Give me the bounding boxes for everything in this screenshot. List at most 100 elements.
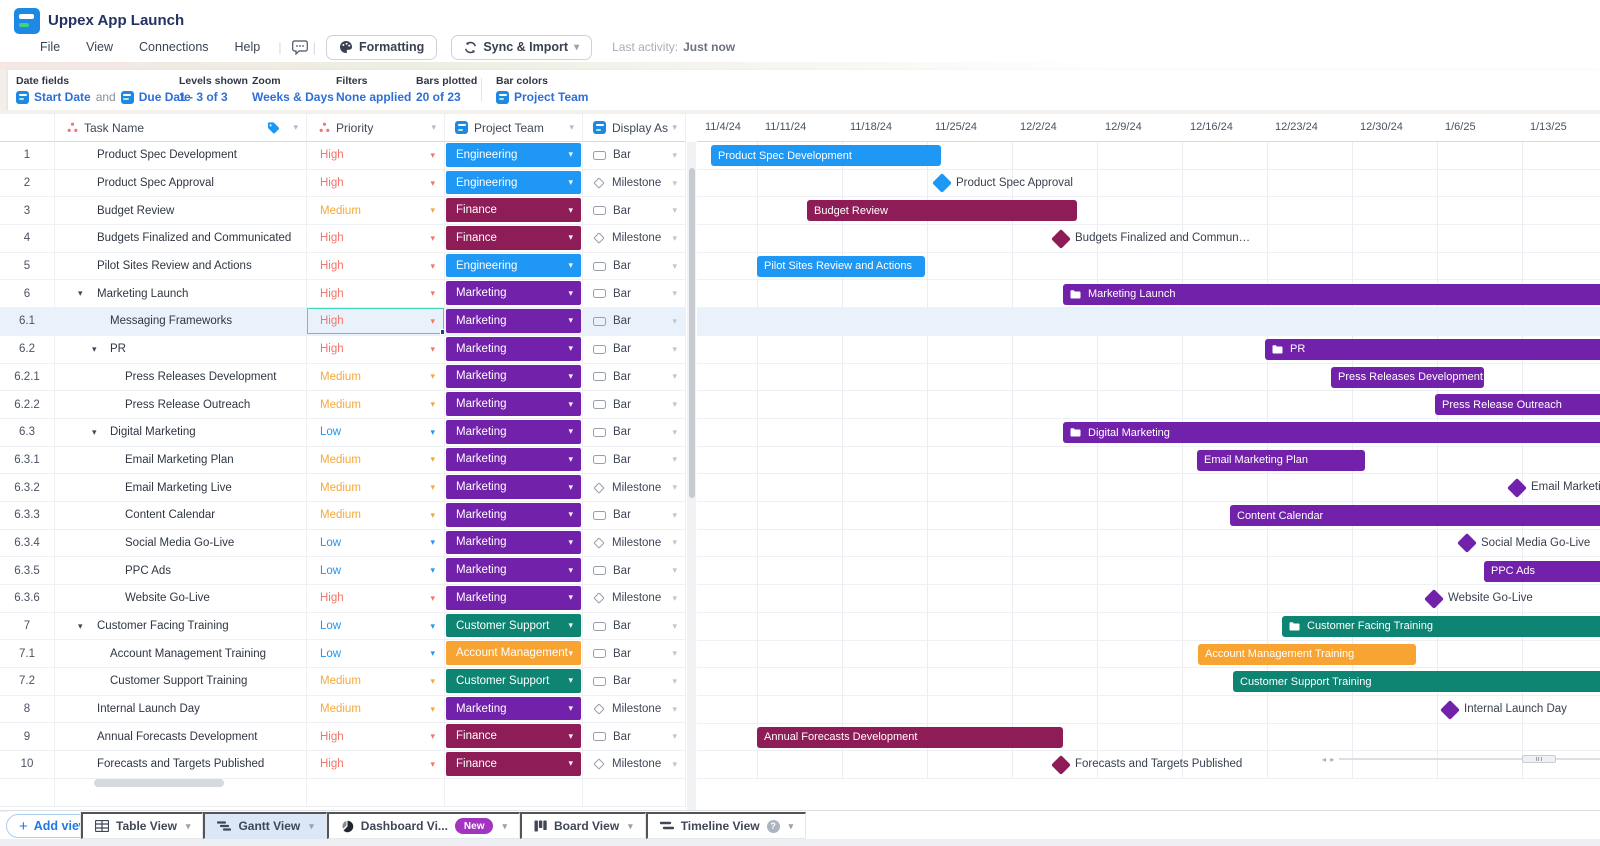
priority-caret-icon[interactable]: ▾ xyxy=(430,565,435,576)
project-team-cell[interactable]: Marketing ▾ xyxy=(445,529,583,558)
task-name-cell[interactable]: Press Release Outreach xyxy=(55,391,307,419)
display-as-cell[interactable]: Milestone ▾ xyxy=(583,474,686,502)
task-name-cell[interactable]: Budget Review xyxy=(55,197,307,226)
priority-column-caret-icon[interactable]: ▾ xyxy=(431,122,436,133)
display-caret-icon[interactable]: ▾ xyxy=(672,233,677,244)
scroll-arrows-icon[interactable]: ◂ ▸ xyxy=(1322,755,1335,764)
priority-caret-icon[interactable]: ▾ xyxy=(430,537,435,548)
table-row[interactable]: 4 Budgets Finalized and Communicated High ▾… xyxy=(0,225,686,253)
project-team-cell[interactable]: Marketing ▾ xyxy=(445,695,583,724)
team-chip[interactable]: Marketing ▾ xyxy=(446,696,581,721)
project-team-cell[interactable]: Marketing ▾ xyxy=(445,474,583,502)
display-as-cell[interactable]: Bar ▾ xyxy=(583,723,686,752)
priority-caret-icon[interactable]: ▾ xyxy=(430,482,435,493)
task-name-cell[interactable]: Email Marketing Plan xyxy=(55,446,307,475)
priority-cell[interactable] xyxy=(307,778,445,807)
team-caret-icon[interactable]: ▾ xyxy=(568,648,573,659)
project-team-cell[interactable]: Customer Support ▾ xyxy=(445,612,583,641)
priority-cell[interactable]: Low ▾ xyxy=(307,640,445,669)
priority-caret-icon[interactable]: ▾ xyxy=(430,205,435,216)
bar-colors-setting[interactable]: Bar colors Project Team xyxy=(496,75,588,104)
task-name-cell[interactable]: ▾ PR xyxy=(55,335,307,364)
display-caret-icon[interactable]: ▾ xyxy=(672,454,677,465)
task-name-cell[interactable]: ▾ Customer Facing Training xyxy=(55,612,307,641)
priority-caret-icon[interactable]: ▾ xyxy=(430,288,435,299)
task-name-cell[interactable]: Internal Launch Day xyxy=(55,695,307,724)
menu-view[interactable]: View xyxy=(86,40,113,54)
vertical-scrollbar[interactable] xyxy=(687,142,696,810)
display-as-cell[interactable]: Bar ▾ xyxy=(583,640,686,669)
team-caret-icon[interactable]: ▾ xyxy=(568,205,573,216)
gantt-bar[interactable]: Annual Forecasts Development xyxy=(757,726,1063,748)
display-caret-icon[interactable]: ▾ xyxy=(672,316,677,327)
tab-caret-icon[interactable]: ▾ xyxy=(309,821,314,832)
collapse-caret-icon[interactable]: ▾ xyxy=(78,288,83,299)
priority-cell[interactable]: Medium ▾ xyxy=(307,474,445,502)
priority-caret-icon[interactable]: ▾ xyxy=(430,704,435,715)
collapse-caret-icon[interactable]: ▾ xyxy=(78,621,83,632)
project-team-cell[interactable]: Marketing ▾ xyxy=(445,363,583,392)
team-caret-icon[interactable]: ▾ xyxy=(568,731,573,742)
project-team-cell[interactable]: Marketing ▾ xyxy=(445,391,583,419)
team-caret-icon[interactable]: ▾ xyxy=(568,232,573,243)
priority-cell[interactable]: High ▾ xyxy=(307,142,445,170)
display-as-cell[interactable]: Bar ▾ xyxy=(583,280,686,309)
team-caret-icon[interactable]: ▾ xyxy=(568,537,573,548)
task-name-cell[interactable]: Pilot Sites Review and Actions xyxy=(55,252,307,281)
display-as-cell[interactable]: Bar ▾ xyxy=(583,612,686,641)
priority-cell[interactable]: Medium ▾ xyxy=(307,695,445,724)
milestone-diamond[interactable] xyxy=(1051,228,1071,249)
team-chip[interactable]: Engineering ▾ xyxy=(446,143,581,167)
priority-cell[interactable]: Low ▾ xyxy=(307,529,445,558)
task-name-cell[interactable]: PPC Ads xyxy=(55,557,307,585)
tag-icon[interactable] xyxy=(266,121,280,135)
table-row[interactable]: 7 ▾ Customer Facing Training Low ▾ Customer S… xyxy=(0,612,686,641)
display-caret-icon[interactable]: ▾ xyxy=(672,371,677,382)
filters-setting[interactable]: Filters None applied xyxy=(336,75,411,104)
milestone-diamond[interactable] xyxy=(1051,754,1071,775)
comments-icon[interactable] xyxy=(291,39,309,55)
task-name-cell[interactable]: Customer Support Training xyxy=(55,668,307,696)
project-team-cell[interactable]: Finance ▾ xyxy=(445,225,583,253)
display-column-caret-icon[interactable]: ▾ xyxy=(672,122,677,133)
display-caret-icon[interactable]: ▾ xyxy=(672,621,677,632)
menu-help[interactable]: Help xyxy=(235,40,261,54)
team-chip[interactable]: Marketing ▾ xyxy=(446,530,581,555)
table-row[interactable]: 6.3 ▾ Digital Marketing Low ▾ Marketing ▾ Bar ▾ xyxy=(0,418,686,447)
team-chip[interactable]: Marketing ▾ xyxy=(446,364,581,389)
display-as-cell[interactable]: Bar ▾ xyxy=(583,142,686,170)
table-row[interactable]: 9 Annual Forecasts Development High ▾ Financ… xyxy=(0,723,686,752)
project-team-cell[interactable]: Marketing ▾ xyxy=(445,557,583,585)
display-caret-icon[interactable]: ▾ xyxy=(672,537,677,548)
project-team-cell[interactable]: Marketing ▾ xyxy=(445,446,583,475)
gantt-bar[interactable]: Product Spec Development xyxy=(711,145,941,166)
date-fields-setting[interactable]: Date fields Start Date and Due Date xyxy=(16,75,191,104)
team-chip[interactable]: Finance ▾ xyxy=(446,724,581,749)
levels-shown-setting[interactable]: Levels shown 1 - 3 of 3 xyxy=(179,75,248,104)
display-caret-icon[interactable]: ▾ xyxy=(672,261,677,272)
gantt-bar[interactable]: Press Release Outreach xyxy=(1435,394,1600,416)
view-tab-timeline-view[interactable]: Timeline View? ▾ xyxy=(645,812,807,839)
priority-caret-icon[interactable]: ▾ xyxy=(430,510,435,521)
vertical-scrollbar-thumb[interactable] xyxy=(688,168,695,498)
table-row[interactable]: 6.2.2 Press Release Outreach Medium ▾ Market… xyxy=(0,391,686,419)
team-chip[interactable]: Customer Support ▾ xyxy=(446,669,581,693)
project-team-cell[interactable]: Engineering ▾ xyxy=(445,142,583,170)
gantt-bar[interactable]: Content Calendar xyxy=(1230,505,1600,527)
priority-cell[interactable]: High ▾ xyxy=(307,723,445,752)
table-row[interactable]: 6.3.3 Content Calendar Medium ▾ Marketing ▾ Ba… xyxy=(0,501,686,530)
table-row[interactable]: 7.2 Customer Support Training Medium ▾ Custo… xyxy=(0,668,686,696)
collapse-caret-icon[interactable]: ▾ xyxy=(92,427,97,438)
priority-cell[interactable]: Medium ▾ xyxy=(307,363,445,392)
priority-caret-icon[interactable]: ▾ xyxy=(430,261,435,272)
team-caret-icon[interactable]: ▾ xyxy=(568,399,573,410)
zoom-setting[interactable]: Zoom Weeks & Days xyxy=(252,75,334,104)
start-date-value[interactable]: Start Date xyxy=(34,90,91,104)
gantt-bar[interactable]: Marketing Launch xyxy=(1063,283,1600,305)
task-name-cell[interactable]: ▾ Digital Marketing xyxy=(55,418,307,447)
priority-cell[interactable]: Low ▾ xyxy=(307,418,445,447)
priority-cell[interactable]: High ▾ xyxy=(307,335,445,364)
table-row[interactable]: 10 Forecasts and Targets Published High ▾ Fi… xyxy=(0,751,686,779)
table-row[interactable]: 5 Pilot Sites Review and Actions High ▾ Engi… xyxy=(0,252,686,281)
display-caret-icon[interactable]: ▾ xyxy=(672,150,677,161)
